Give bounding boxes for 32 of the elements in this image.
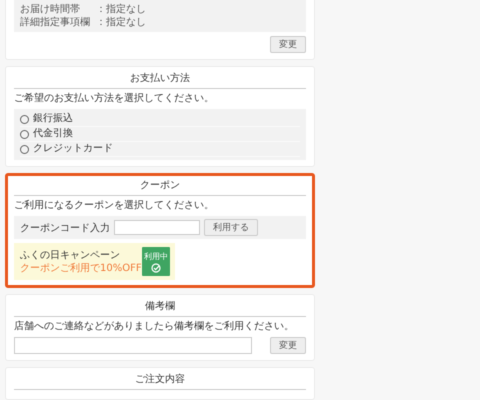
- info-value: 指定なし: [106, 16, 146, 29]
- radio-button[interactable]: [20, 130, 29, 138]
- section-title: クーポン: [14, 178, 306, 196]
- radio-button[interactable]: [20, 144, 29, 154]
- section-title: ご注文内容: [14, 372, 306, 390]
- radio-option[interactable]: 代金引換: [20, 127, 300, 142]
- coupon-item[interactable]: ふくの日キャンペーン クーポンご利用で10%OFF 利用中: [14, 243, 175, 280]
- info-value: 指定なし: [106, 3, 146, 16]
- code-label: クーポンコード入力: [20, 222, 110, 234]
- radio-button[interactable]: [20, 114, 29, 124]
- info-label: お届け時間帯: [20, 3, 81, 16]
- instruction-text: ご利用になるクーポンを選択してください。: [14, 199, 215, 213]
- check-icon: [150, 262, 161, 272]
- option-label: 代金引換: [33, 127, 73, 141]
- coupon-name: ふくの日キャンペーン: [20, 248, 121, 262]
- section-title: お支払い方法: [14, 71, 306, 89]
- info-label: 詳細指定事項欄: [20, 16, 91, 29]
- change-button[interactable]: 変更: [270, 36, 306, 53]
- coupon-code-field[interactable]: [114, 220, 200, 235]
- instruction-text: 店舗へのご連絡などがありましたら備考欄をご利用ください。: [14, 320, 295, 334]
- instruction-text: ご希望のお支払い方法を選択してください。: [14, 92, 215, 106]
- change-button[interactable]: 変更: [270, 337, 306, 354]
- apply-button[interactable]: 利用する: [204, 219, 258, 236]
- radio-option[interactable]: クレジットカード: [20, 142, 300, 157]
- option-label: クレジットカード: [33, 142, 113, 156]
- radio-option[interactable]: 銀行振込: [20, 112, 300, 127]
- coupon-description: クーポンご利用で10%OFF: [20, 262, 142, 274]
- info-separator: ：: [96, 3, 106, 16]
- section-title: 備考欄: [14, 299, 306, 317]
- remarks-field[interactable]: [14, 337, 252, 354]
- info-separator: ：: [96, 16, 106, 29]
- option-label: 銀行振込: [33, 112, 73, 126]
